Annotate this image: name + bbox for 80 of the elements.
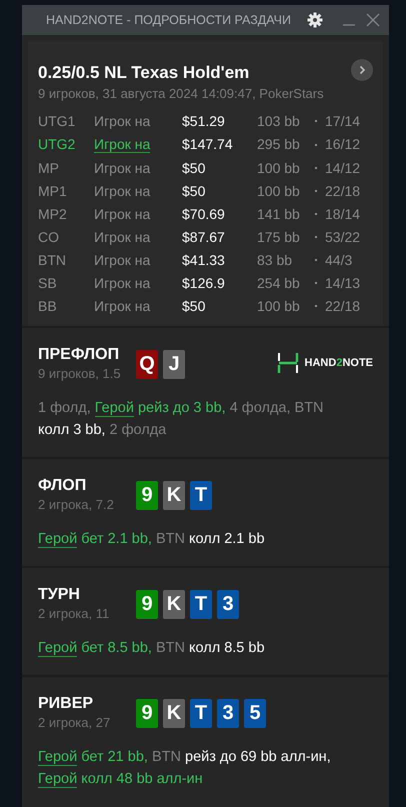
chevron-icon: [357, 65, 367, 75]
player-stats: 44/3: [325, 252, 354, 268]
street-name: ТУРН: [38, 586, 81, 604]
position-label: BB: [38, 298, 58, 314]
position-label: CO: [38, 229, 60, 245]
player-name[interactable]: Игрок на: [94, 183, 182, 199]
stack-bb: 103 bb: [257, 113, 301, 129]
street-info: 2 игрока, 11: [38, 606, 110, 621]
player-stats: 14/12: [325, 160, 362, 176]
player-stats: 18/14: [325, 206, 362, 222]
position-label: MP1: [38, 183, 68, 199]
playing-card: Q: [136, 350, 158, 379]
position-label: UTG1: [38, 113, 76, 129]
player-stats: 17/14: [325, 113, 362, 129]
playing-card: 5: [244, 699, 266, 728]
player-name[interactable]: Игрок на: [94, 275, 182, 291]
playing-card: K: [163, 699, 185, 728]
player-name[interactable]: Игрок на: [94, 160, 182, 176]
playing-card: 9: [136, 699, 158, 728]
playing-card: K: [163, 481, 185, 510]
player-stats: 53/22: [325, 229, 362, 245]
position-label: UTG2: [38, 136, 76, 153]
position-label: BTN: [38, 252, 67, 268]
window-title: HAND2NOTE - ПОДРОБНОСТИ РАЗДАЧИ: [46, 13, 292, 27]
player-name[interactable]: Игрок на: [94, 298, 182, 314]
playing-card: T: [190, 590, 212, 619]
street-name: ПРЕФЛОП: [38, 346, 120, 364]
position-label: MP2: [38, 206, 68, 222]
stack-amount: $87.67: [182, 229, 226, 245]
player-stats: 16/12: [325, 136, 362, 153]
stack-bb: 175 bb: [257, 229, 301, 245]
stack-bb: 100 bb: [257, 160, 301, 176]
close-icon[interactable]: [365, 12, 381, 28]
game-title: 0.25/0.5 NL Texas Hold'em: [38, 63, 250, 83]
street-info: 2 игрока, 27: [38, 715, 112, 730]
stack-bb: 254 bb: [257, 275, 301, 291]
playing-card: J: [163, 350, 185, 379]
playing-card: 3: [217, 590, 239, 619]
stack-amount: $70.69: [182, 206, 226, 222]
position-label: SB: [38, 275, 58, 291]
logo-text: HAND2NOTE: [304, 357, 373, 369]
player-stats: 14/13: [325, 275, 362, 291]
stack-bb: 141 bb: [257, 206, 301, 222]
stack-bb: 100 bb: [257, 183, 301, 199]
action-summary: 1 фолд, Герой рейз до 3 bb, 4 фолда, BTN колл 3 bb, 2 фолда: [38, 399, 325, 440]
logo-icon: [276, 352, 299, 374]
playing-card: T: [190, 481, 212, 510]
stack-amount: $51.29: [182, 113, 226, 129]
player-name[interactable]: Игрок на: [94, 113, 182, 129]
stack-amount: $41.33: [182, 252, 226, 268]
stack-amount: $126.9: [182, 275, 226, 291]
player-name[interactable]: Игрок на: [94, 229, 182, 245]
stack-amount: $147.74: [182, 136, 234, 153]
playing-card: 9: [136, 590, 158, 619]
player-name[interactable]: Игрок на: [94, 136, 150, 153]
street-name: РИВЕР: [38, 695, 94, 713]
playing-card: 9: [136, 481, 158, 510]
street-info: 2 игрока, 7.2: [38, 497, 115, 512]
next-button[interactable]: [351, 59, 373, 81]
stack-amount: $50: [182, 183, 206, 199]
player-name[interactable]: Игрок на: [94, 252, 182, 268]
action-summary: Герой бет 2.1 bb, BTN колл 2.1 bb: [38, 530, 266, 550]
player-stats: 22/18: [325, 183, 362, 199]
player-stats: 22/18: [325, 298, 362, 314]
action-summary: Герой бет 8.5 bb, BTN колл 8.5 bb: [38, 639, 266, 659]
stack-amount: $50: [182, 160, 206, 176]
playing-card: K: [163, 590, 185, 619]
position-label: MP: [38, 160, 60, 176]
street-info: 9 игроков, 1.5: [38, 366, 122, 381]
player-name[interactable]: Игрок на: [94, 206, 182, 222]
settings-icon[interactable]: [307, 12, 323, 28]
playing-card: 3: [217, 699, 239, 728]
stack-bb: 100 bb: [257, 298, 301, 314]
playing-card: T: [190, 699, 212, 728]
stack-amount: $50: [182, 298, 206, 314]
street-name: ФЛОП: [38, 477, 88, 495]
hand-info: 9 игроков, 31 августа 2024 14:09:47, PokerStars: [38, 86, 324, 101]
stack-bb: 83 bb: [257, 252, 294, 268]
action-summary: Герой бет 21 bb, BTN рейз до 69 bb алл-ин, Герой колл 48 bb алл-ин: [38, 748, 332, 790]
stack-bb: 295 bb: [257, 136, 301, 153]
